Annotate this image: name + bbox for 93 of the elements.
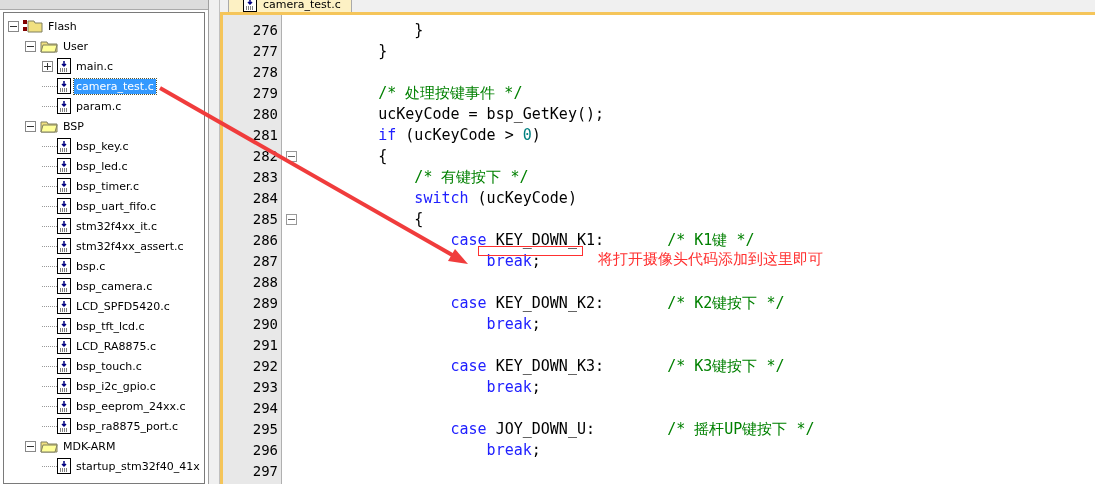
line-number: 292	[251, 357, 279, 376]
folder-icon	[40, 439, 58, 453]
tree-item[interactable]: bsp_uart_fifo.c	[74, 198, 159, 214]
code-line: {	[377, 146, 388, 167]
code-line: break;	[485, 314, 541, 335]
annotation-text: 将打开摄像头代码添加到这里即可	[598, 250, 823, 269]
tree-item[interactable]: bsp_touch.c	[74, 358, 144, 374]
expand-icon[interactable]	[42, 60, 53, 72]
collapse-icon[interactable]	[25, 440, 36, 452]
file-icon	[57, 198, 71, 214]
file-icon	[57, 418, 71, 434]
file-icon	[57, 298, 71, 314]
code-line: case KEY_DOWN_K3: /* K3键按下 */	[449, 356, 785, 377]
line-number: 297	[251, 462, 279, 481]
file-icon	[57, 278, 71, 294]
file-icon	[57, 138, 71, 154]
file-icon	[57, 318, 71, 334]
file-icon	[243, 0, 257, 12]
tree-item[interactable]: startup_stm32f40_41x	[74, 458, 202, 474]
code-line: }	[413, 20, 424, 41]
file-icon	[57, 458, 71, 474]
code-line: case JOY_DOWN_U: /* 摇杆UP键按下 */	[449, 419, 815, 440]
line-number: 279	[251, 84, 279, 103]
line-number: 289	[251, 294, 279, 313]
file-icon	[57, 178, 71, 194]
tree-item[interactable]: main.c	[74, 58, 116, 74]
tree-item[interactable]: User	[61, 38, 91, 54]
collapse-icon[interactable]	[25, 40, 36, 52]
folder-icon	[40, 119, 58, 133]
line-number: 277	[251, 42, 279, 61]
collapse-icon[interactable]	[25, 120, 36, 132]
tree-item[interactable]: bsp_led.c	[74, 158, 130, 174]
code-line: /* 有键按下 */	[413, 167, 529, 188]
line-number: 287	[251, 252, 279, 271]
line-number: 296	[251, 441, 279, 460]
code-line: /* 处理按键事件 */	[377, 83, 523, 104]
code-line: }	[377, 41, 388, 62]
tree-item[interactable]: bsp_tft_lcd.c	[74, 318, 147, 334]
code-line: switch (ucKeyCode)	[413, 188, 577, 209]
line-number: 293	[251, 378, 279, 397]
tree-item[interactable]: MDK-ARM	[61, 438, 118, 454]
line-number: 281	[251, 126, 279, 145]
code-line: case KEY_DOWN_K1: /* K1键 */	[449, 230, 755, 251]
collapse-icon[interactable]	[8, 20, 19, 32]
line-number: 286	[251, 231, 279, 250]
file-icon	[57, 338, 71, 354]
file-icon	[57, 358, 71, 374]
line-number: 288	[251, 273, 279, 292]
tree-item[interactable]: bsp.c	[74, 258, 108, 274]
file-icon	[57, 258, 71, 274]
tree-item[interactable]: bsp_eeprom_24xx.c	[74, 398, 188, 414]
tree-item[interactable]: LCD_SPFD5420.c	[74, 298, 172, 314]
file-icon	[57, 398, 71, 414]
file-icon	[57, 58, 71, 74]
code-line: break;	[485, 440, 541, 461]
tree-item[interactable]: LCD_RA8875.c	[74, 338, 159, 354]
line-number: 280	[251, 105, 279, 124]
file-icon	[57, 78, 71, 94]
tree-item[interactable]: stm32f4xx_assert.c	[74, 238, 186, 254]
file-icon	[57, 238, 71, 254]
code-line: ucKeyCode = bsp_GetKey();	[377, 104, 604, 125]
code-line: break;	[485, 377, 541, 398]
tree-item[interactable]: Flash	[46, 18, 79, 34]
target-icon	[23, 18, 43, 34]
line-number: 295	[251, 420, 279, 439]
line-number: 291	[251, 336, 279, 355]
file-icon	[57, 158, 71, 174]
line-number: 294	[251, 399, 279, 418]
collapse-icon[interactable]	[286, 214, 297, 225]
line-number: 276	[251, 21, 279, 40]
tree-item[interactable]: param.c	[74, 98, 124, 114]
tree-item[interactable]: stm32f4xx_it.c	[74, 218, 160, 234]
line-number: 285	[251, 210, 279, 229]
editor-tab[interactable]: camera_test.c	[228, 0, 352, 12]
tree-item[interactable]: bsp_camera.c	[74, 278, 155, 294]
code-line: case KEY_DOWN_K2: /* K2键按下 */	[449, 293, 785, 314]
line-number: 278	[251, 63, 279, 82]
file-icon	[57, 218, 71, 234]
collapse-icon[interactable]	[286, 151, 297, 162]
line-number: 284	[251, 189, 279, 208]
line-number: 283	[251, 168, 279, 187]
tree-item[interactable]: bsp_timer.c	[74, 178, 142, 194]
line-number: 290	[251, 315, 279, 334]
code-line: if (ucKeyCode > 0)	[377, 125, 541, 146]
tree-item[interactable]: bsp_i2c_gpio.c	[74, 378, 158, 394]
code-line: break;	[485, 251, 541, 272]
folder-icon	[40, 39, 58, 53]
code-line: {	[413, 209, 424, 230]
file-icon	[57, 98, 71, 114]
tree-item[interactable]: BSP	[61, 118, 86, 134]
tree-item[interactable]: bsp_ra8875_port.c	[74, 418, 181, 434]
tree-item[interactable]: bsp_key.c	[74, 138, 131, 154]
file-icon	[57, 378, 71, 394]
